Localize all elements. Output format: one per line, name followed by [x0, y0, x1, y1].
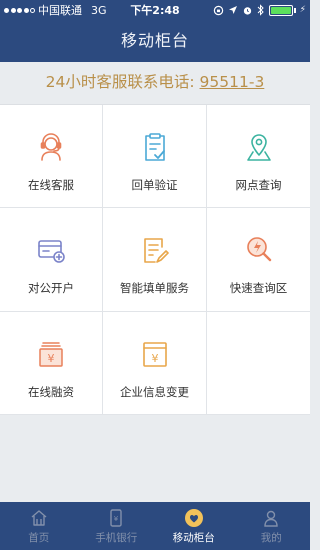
service-grid: 在线客服 回单验证 网点查询 对公开户 智能填单服务 快速查询区 ¥ 在线融资 …	[0, 104, 310, 415]
service-corporate-account[interactable]: 对公开户	[0, 208, 103, 312]
service-enterprise-info-change[interactable]: ¥ 企业信息变更	[103, 312, 207, 415]
form-edit-icon	[143, 238, 169, 263]
battery-level	[270, 6, 291, 14]
home-icon	[31, 509, 47, 526]
service-online-support[interactable]: 在线客服	[0, 105, 103, 208]
empty-cell	[207, 312, 310, 415]
orientation-lock-icon	[213, 5, 223, 15]
financing-icon: ¥	[39, 342, 63, 367]
service-label: 回单验证	[131, 178, 178, 192]
hotline-phone-link[interactable]: 95511-3	[200, 73, 265, 91]
service-online-financing[interactable]: ¥ 在线融资	[0, 312, 103, 415]
hotline-banner: 24小时客服联系电话: 95511-3	[0, 62, 310, 102]
svg-text:¥: ¥	[114, 515, 119, 523]
svg-text:¥: ¥	[151, 352, 158, 365]
receipt-check-icon	[144, 133, 165, 161]
tab-label: 首页	[28, 531, 50, 544]
enterprise-info-icon: ¥	[142, 342, 167, 367]
tab-label: 我的	[260, 531, 282, 544]
service-label: 企业信息变更	[120, 385, 189, 399]
page-title: 移动柜台	[120, 31, 189, 50]
alarm-icon	[243, 6, 251, 15]
service-label: 对公开户	[28, 281, 74, 295]
charging-icon: ⚡	[299, 5, 306, 15]
tab-mobile-counter[interactable]: 移动柜台	[155, 502, 233, 550]
tab-home[interactable]: 首页	[0, 502, 78, 550]
location-pin-icon	[246, 134, 271, 161]
bottom-tab-bar: 首页 ¥ 手机银行 移动柜台 我的	[0, 502, 310, 550]
tab-mine[interactable]: 我的	[233, 502, 311, 550]
account-card-icon	[38, 240, 65, 263]
status-bar: 中国联通 3G 下午2:48 ⚡	[0, 0, 310, 20]
service-label: 在线客服	[28, 178, 74, 192]
network-label: 3G	[91, 3, 107, 17]
service-label: 智能填单服务	[120, 281, 189, 295]
customer-service-icon	[40, 133, 62, 161]
service-quick-query[interactable]: 快速查询区	[207, 208, 310, 312]
carrier-label: 中国联通	[38, 4, 82, 17]
service-label: 在线融资	[28, 385, 74, 399]
tab-mobile-banking[interactable]: ¥ 手机银行	[78, 502, 156, 550]
svg-text:¥: ¥	[48, 352, 55, 365]
header: 中国联通 3G 下午2:48 ⚡ 移动柜台	[0, 0, 310, 62]
mobile-bank-icon: ¥	[110, 508, 122, 527]
service-smart-form[interactable]: 智能填单服务	[103, 208, 207, 312]
battery-icon	[268, 4, 293, 16]
location-arrow-icon	[228, 6, 237, 14]
tab-label: 手机银行	[95, 531, 138, 544]
service-branch-search[interactable]: 网点查询	[207, 105, 310, 208]
service-label: 网点查询	[235, 178, 282, 192]
bluetooth-icon	[257, 4, 264, 16]
signal-strength-icon	[4, 7, 35, 13]
service-receipt-verify[interactable]: 回单验证	[103, 105, 207, 208]
user-icon	[264, 510, 278, 527]
heart-counter-icon	[184, 508, 203, 527]
service-label: 快速查询区	[229, 281, 288, 295]
hotline-label: 24小时客服联系电话:	[45, 73, 200, 91]
tab-label: 移动柜台	[172, 531, 215, 544]
quick-search-icon	[246, 237, 271, 262]
